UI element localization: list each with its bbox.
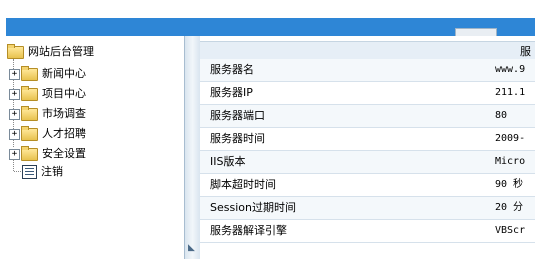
table-row: 服务器端口 80	[200, 105, 535, 128]
row-value: 2009-	[495, 133, 526, 144]
row-key: 服务器解译引擎	[210, 224, 287, 237]
row-value: 90 秒	[495, 179, 524, 190]
collapse-arrow-icon[interactable]: ◣	[188, 243, 195, 253]
row-key: 服务器IP	[210, 86, 253, 99]
tree-line	[14, 171, 21, 172]
tree-root-label: 网站后台管理	[28, 45, 94, 58]
row-value: www.9	[495, 64, 526, 75]
tree-item-news[interactable]: + 新闻中心	[9, 65, 86, 82]
folder-open-icon	[7, 43, 24, 59]
row-key: 服务器名	[210, 63, 254, 76]
folder-icon	[21, 85, 38, 101]
tree-item-label: 安全设置	[42, 147, 86, 160]
tree-item-label: 新闻中心	[42, 67, 86, 80]
row-key: 服务器时间	[210, 132, 265, 145]
folder-icon	[21, 125, 38, 141]
tree-root[interactable]: 网站后台管理	[7, 43, 94, 60]
folder-icon	[21, 65, 38, 81]
nav-tree: 网站后台管理 + 新闻中心 + 项目中心 + 市场调查 + 人才招聘 + 安全设置 注销	[0, 36, 184, 259]
tree-line	[13, 159, 14, 171]
row-value: 211.1	[495, 87, 526, 98]
folder-icon	[21, 105, 38, 121]
expand-plus-icon[interactable]: +	[9, 68, 20, 80]
row-value: Micro	[495, 156, 526, 167]
top-header	[0, 0, 535, 39]
expand-plus-icon[interactable]: +	[9, 128, 20, 140]
expand-plus-icon[interactable]: +	[9, 88, 20, 100]
table-row: 脚本超时时间 90 秒	[200, 174, 535, 197]
tree-item-label: 市场调查	[42, 107, 86, 120]
row-value: VBScr	[495, 225, 526, 236]
table-header-label: 服	[520, 45, 531, 58]
table-row: Session过期时间 20 分	[200, 197, 535, 220]
table-row: 服务器名 www.9	[200, 59, 535, 82]
row-key: Session过期时间	[210, 201, 296, 214]
expand-plus-icon[interactable]: +	[9, 148, 20, 160]
table-header: 服	[200, 41, 535, 59]
table-row: 服务器IP 211.1	[200, 82, 535, 105]
row-key: 脚本超时时间	[210, 178, 276, 191]
table-row: 服务器时间 2009-	[200, 128, 535, 151]
folder-icon	[21, 145, 38, 161]
table-row: 服务器解译引擎 VBScr	[200, 220, 535, 243]
tree-item-logout[interactable]: 注销	[22, 164, 63, 180]
tree-item-jobs[interactable]: + 人才招聘	[9, 125, 86, 142]
document-icon	[22, 165, 37, 179]
server-info-panel: 服 服务器名 www.9 服务器IP 211.1 服务器端口 80 服务器时间 …	[200, 36, 535, 259]
table-row: IIS版本 Micro	[200, 151, 535, 174]
tree-item-market[interactable]: + 市场调查	[9, 105, 86, 122]
tree-item-label: 注销	[41, 165, 63, 178]
row-value: 80	[495, 110, 508, 121]
tree-item-label: 项目中心	[42, 87, 86, 100]
tree-item-security[interactable]: + 安全设置	[9, 145, 86, 162]
row-key: 服务器端口	[210, 109, 265, 122]
panel-splitter[interactable]: ◣	[184, 36, 200, 259]
tree-item-label: 人才招聘	[42, 127, 86, 140]
row-key: IIS版本	[210, 155, 246, 168]
expand-plus-icon[interactable]: +	[9, 108, 20, 120]
row-value: 20 分	[495, 202, 524, 213]
tree-item-projects[interactable]: + 项目中心	[9, 85, 86, 102]
